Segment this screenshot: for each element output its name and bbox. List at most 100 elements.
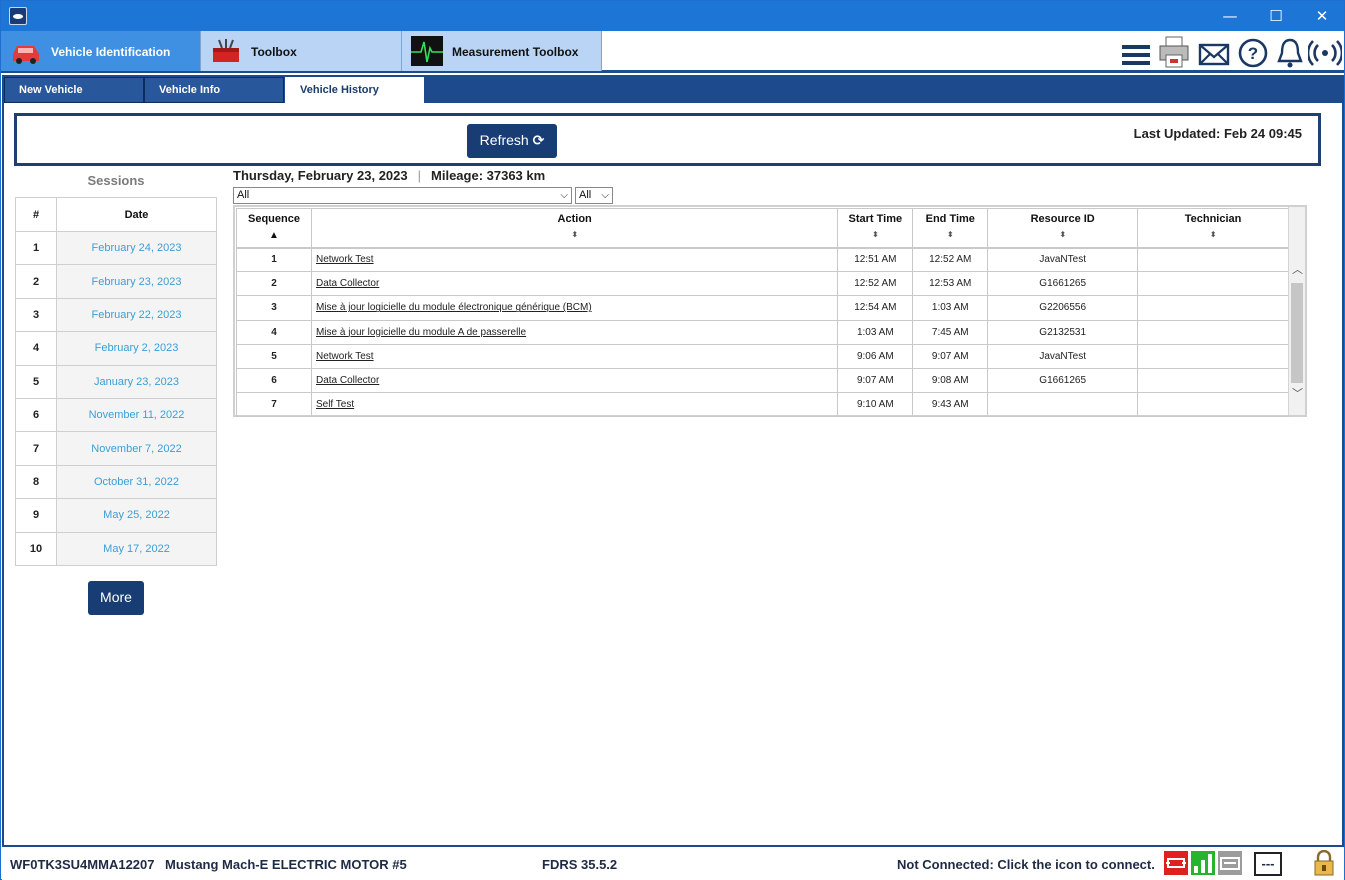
sub-tab-bar: New Vehicle Vehicle Info Vehicle History [2,75,1344,103]
column-header-sequence[interactable]: Sequence ▲ [236,208,312,249]
dashes-indicator: --- [1254,852,1282,876]
wireless-icon[interactable] [1308,36,1342,70]
last-updated-text: Last Updated: Feb 24 09:45 [1133,126,1302,141]
table-row[interactable]: 5 Network Test 9:06 AM 9:07 AM JavaNTest [236,343,1289,369]
minimize-button[interactable]: — [1207,1,1253,31]
sequence-cell: 3 [236,295,312,321]
sort-icon: ⬍ [946,230,954,239]
tab-label: Toolbox [251,45,297,59]
version-text: FDRS 35.5.2 [542,857,618,872]
tab-toolbox[interactable]: Toolbox [201,31,402,71]
end-time-cell: 9:43 AM [912,392,989,418]
tab-vehicle-info[interactable]: Vehicle Info [144,77,284,103]
action-link[interactable]: Data Collector [316,278,379,289]
action-link[interactable]: Network Test [316,254,374,265]
printer-icon[interactable] [1158,35,1190,69]
refresh-button[interactable]: Refresh ⟳ [467,124,557,158]
signal-icon [1191,851,1215,875]
session-date-link[interactable]: February 22, 2023 [56,297,217,333]
column-header-end-time[interactable]: End Time ⬍ [912,208,989,249]
session-number: 4 [15,331,57,366]
session-row[interactable]: 3 February 22, 2023 [15,297,217,333]
svg-text:?: ? [1248,44,1258,63]
action-filter-value: All [237,189,250,201]
session-row[interactable]: 6 November 11, 2022 [15,397,217,433]
refresh-icon: ⟳ [532,133,545,149]
lock-icon[interactable] [1313,850,1335,876]
session-date-link[interactable]: January 23, 2023 [56,364,217,399]
table-row[interactable]: 1 Network Test 12:51 AM 12:52 AM JavaNTest [236,246,1289,273]
sessions-table: # Date 1 February 24, 2023 2 February 23, 2… [15,197,217,566]
session-date-link[interactable]: February 24, 2023 [56,230,217,266]
action-link[interactable]: Mise à jour logicielle du module A de pa… [316,327,526,338]
vin-text: WF0TK3SU4MMA12207 [10,857,155,872]
session-date: Thursday, February 23, 2023 [233,168,408,183]
session-number: 8 [15,464,57,500]
session-row[interactable]: 7 November 7, 2022 [15,431,217,466]
grid-scrollbar[interactable]: ︿ ﹀ [1288,207,1305,415]
session-date-link[interactable]: November 7, 2022 [56,431,217,466]
bell-icon[interactable] [1274,36,1306,70]
action-cell: Network Test [310,343,839,369]
column-header-technician[interactable]: Technician ⬍ [1137,208,1289,249]
end-time-cell: 12:53 AM [912,271,989,297]
action-link[interactable]: Network Test [316,351,374,362]
session-date-link[interactable]: May 17, 2022 [56,531,217,566]
session-row[interactable]: 8 October 31, 2022 [15,464,217,500]
vci-disconnected-icon[interactable] [1164,851,1188,875]
session-row[interactable]: 2 February 23, 2023 [15,264,217,299]
tab-vehicle-identification[interactable]: Vehicle Identification [1,31,201,71]
scroll-down-icon[interactable]: ﹀ [1291,387,1304,401]
tab-measurement-toolbox[interactable]: Measurement Toolbox [402,31,602,71]
action-link[interactable]: Self Test [316,399,354,410]
scrollbar-thumb[interactable] [1291,283,1303,383]
session-row[interactable]: 5 January 23, 2023 [15,364,217,399]
maximize-button[interactable]: ☐ [1253,1,1299,31]
table-row[interactable]: 2 Data Collector 12:52 AM 12:53 AM G1661265 [236,271,1289,297]
action-cell: Data Collector [310,367,839,394]
mail-icon[interactable] [1198,37,1230,71]
sort-icon: ⬍ [571,230,579,239]
session-row[interactable]: 9 May 25, 2022 [15,498,217,533]
sequence-cell: 5 [236,343,312,369]
action-filter-select[interactable]: All ⌵ [233,187,572,204]
session-date-link[interactable]: May 25, 2022 [56,498,217,533]
column-header-number: # [15,197,57,232]
history-header-panel: Refresh ⟳ Last Updated: Feb 24 09:45 [14,113,1321,166]
table-row[interactable]: 6 Data Collector 9:07 AM 9:08 AM G1661265 [236,367,1289,394]
scroll-up-icon[interactable]: ︿ [1291,263,1304,277]
technician-cell [1137,295,1289,321]
session-number: 1 [15,230,57,266]
close-button[interactable]: ✕ [1299,1,1345,31]
car-icon [13,46,39,64]
more-button[interactable]: More [88,581,144,615]
tab-label: Vehicle Identification [51,45,171,59]
chevron-down-icon: ⌵ [601,190,609,201]
action-link[interactable]: Data Collector [316,375,379,386]
session-date-link[interactable]: February 2, 2023 [56,331,217,366]
session-date-link[interactable]: November 11, 2022 [56,397,217,433]
start-time-cell: 12:51 AM [837,246,914,273]
refresh-label: Refresh [479,132,529,148]
sequence-cell: 7 [236,392,312,418]
session-row[interactable]: 1 February 24, 2023 [15,230,217,266]
action-link[interactable]: Mise à jour logicielle du module électro… [316,302,592,313]
session-row[interactable]: 10 May 17, 2022 [15,531,217,566]
session-date-link[interactable]: October 31, 2022 [56,464,217,500]
session-summary: Thursday, February 23, 2023 | Mileage: 373… [233,168,545,183]
menu-icon[interactable] [1120,38,1152,72]
column-header-resource-id[interactable]: Resource ID ⬍ [987,208,1139,249]
help-icon[interactable]: ? [1237,36,1269,70]
tab-vehicle-history[interactable]: Vehicle History [285,77,424,103]
secondary-filter-select[interactable]: All ⌵ [575,187,613,204]
table-row[interactable]: 3 Mise à jour logicielle du module électr… [236,295,1289,321]
session-row[interactable]: 4 February 2, 2023 [15,331,217,366]
session-mileage: Mileage: 37363 km [431,168,546,183]
table-row[interactable]: 4 Mise à jour logicielle du module A de p… [236,319,1289,345]
table-row[interactable]: 7 Self Test 9:10 AM 9:43 AM [236,392,1289,418]
column-header-action[interactable]: Action ⬍ [310,208,839,249]
column-header-start-time[interactable]: Start Time ⬍ [837,208,914,249]
tab-new-vehicle[interactable]: New Vehicle [4,77,144,103]
action-cell: Mise à jour logicielle du module A de pa… [310,319,839,345]
session-date-link[interactable]: February 23, 2023 [56,264,217,299]
